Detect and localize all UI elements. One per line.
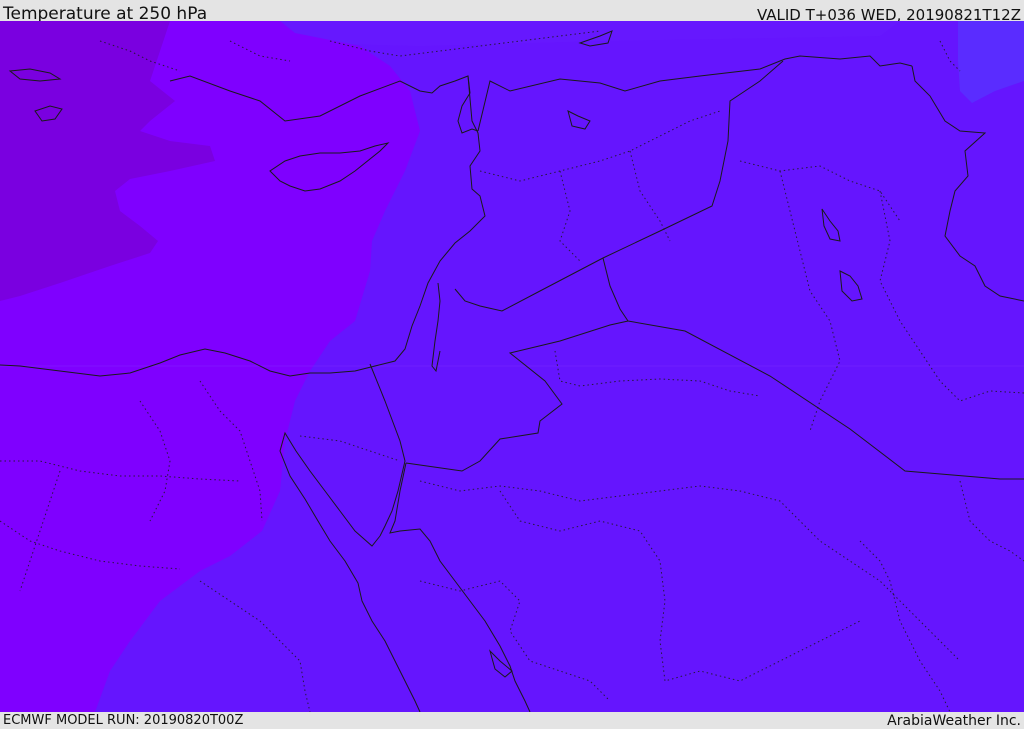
header-bar: Temperature at 250 hPa VALID T+036 WED, … (0, 0, 1024, 24)
credit: ArabiaWeather Inc. (887, 713, 1021, 729)
map-canvas (0, 21, 1024, 712)
footer-bar: ECMWF MODEL RUN: 20190820T00Z ArabiaWeat… (0, 712, 1024, 729)
model-run: ECMWF MODEL RUN: 20190820T00Z (3, 713, 244, 728)
temperature-map (0, 21, 1024, 712)
weather-map-frame: Temperature at 250 hPa VALID T+036 WED, … (0, 0, 1024, 729)
